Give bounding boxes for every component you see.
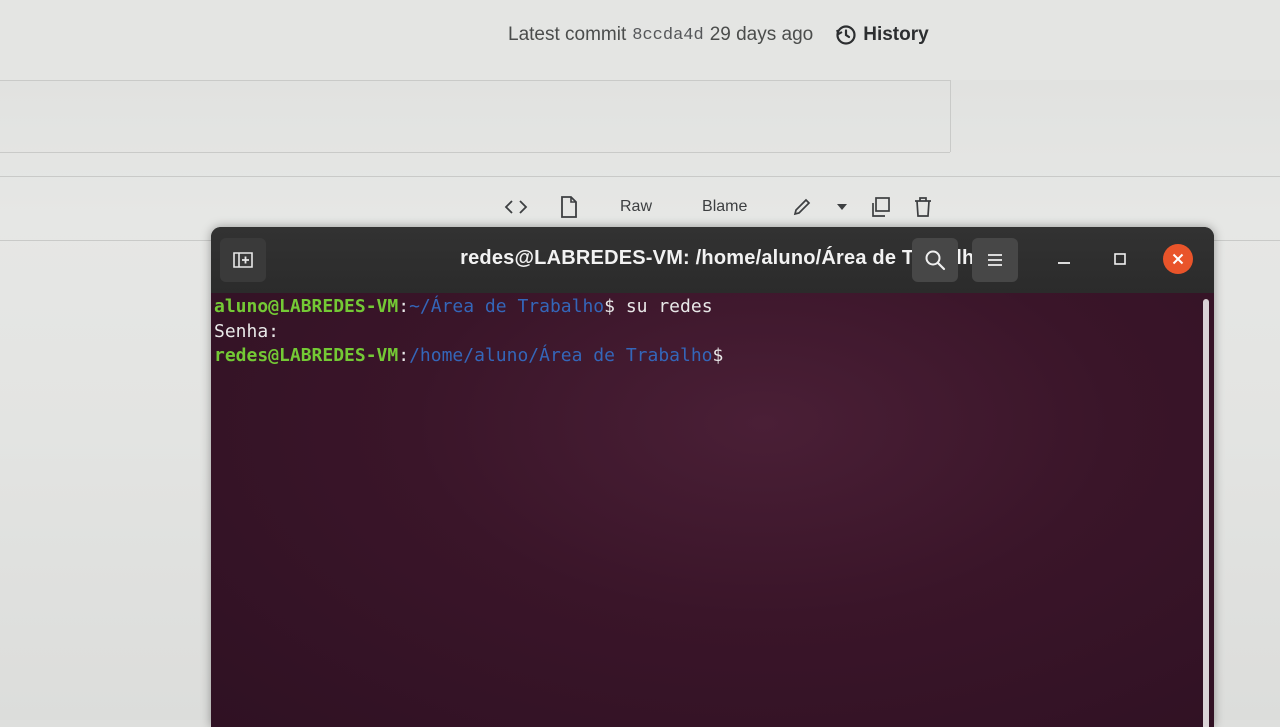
divider: [0, 152, 950, 153]
prompt-user-host: redes@LABREDES-VM: [214, 345, 399, 366]
command-text: su redes: [615, 296, 713, 317]
file-icon: [561, 196, 577, 218]
caret-down-icon: [837, 204, 848, 210]
code-icon: [504, 200, 528, 214]
maximize-icon: [1114, 253, 1126, 265]
minimize-button[interactable]: [1048, 243, 1080, 275]
edit-button[interactable]: [789, 196, 815, 218]
file-toolbar: Raw Blame: [500, 192, 935, 222]
close-button[interactable]: [1163, 244, 1193, 274]
file-view-button[interactable]: [554, 195, 584, 219]
minimize-icon: [1058, 262, 1070, 264]
latest-commit-label: Latest commit: [508, 24, 627, 45]
copy-button[interactable]: [867, 195, 893, 219]
menu-button[interactable]: [972, 238, 1018, 282]
close-icon: [1172, 253, 1184, 265]
maximize-button[interactable]: [1104, 243, 1136, 275]
search-button[interactable]: [912, 238, 958, 282]
prompt-separator: :: [398, 296, 410, 317]
prompt-symbol: $: [712, 345, 724, 366]
commit-age: 29 days ago: [709, 24, 814, 45]
divider: [950, 80, 951, 152]
copy-icon: [872, 197, 891, 217]
prompt-symbol: $: [604, 296, 615, 317]
terminal-line: aluno@LABREDES-VM:~/Área de Trabalho$ su…: [214, 295, 1214, 320]
terminal-line: redes@LABREDES-VM:/home/aluno/Área de Tr…: [214, 344, 1214, 369]
terminal-line: Senha:: [214, 320, 1214, 345]
trash-icon: [915, 197, 932, 217]
raw-button[interactable]: Raw: [620, 198, 652, 216]
blame-button[interactable]: Blame: [702, 198, 747, 216]
prompt-path: ~/Área de Trabalho: [409, 296, 605, 317]
terminal-window: redes@LABREDES-VM: /home/aluno/Área de T…: [211, 227, 1214, 727]
terminal-titlebar[interactable]: redes@LABREDES-VM: /home/aluno/Área de T…: [211, 227, 1214, 293]
divider: [0, 176, 1280, 177]
delete-button[interactable]: [911, 196, 935, 218]
commit-sha-link[interactable]: 8ccda4d: [632, 26, 703, 45]
edit-dropdown-button[interactable]: [835, 203, 849, 211]
output-text: Senha:: [214, 320, 280, 342]
code-view-button[interactable]: [500, 199, 532, 215]
history-button[interactable]: History: [835, 24, 929, 46]
prompt-user-host: aluno@LABREDES-VM: [214, 296, 399, 317]
pencil-icon: [794, 198, 811, 216]
terminal-scrollbar[interactable]: [1203, 299, 1209, 727]
history-label: History: [863, 24, 929, 45]
hamburger-menu-icon: [988, 254, 1002, 266]
prompt-separator: :: [398, 345, 410, 366]
history-icon: [836, 25, 856, 45]
search-icon: [925, 250, 946, 271]
divider: [0, 80, 950, 81]
latest-commit-bar: Latest commit 8ccda4d 29 days ago Histor…: [508, 24, 929, 46]
terminal-output[interactable]: aluno@LABREDES-VM:~/Área de Trabalho$ su…: [211, 293, 1214, 727]
prompt-path: /home/aluno/Área de Trabalho: [409, 345, 713, 366]
